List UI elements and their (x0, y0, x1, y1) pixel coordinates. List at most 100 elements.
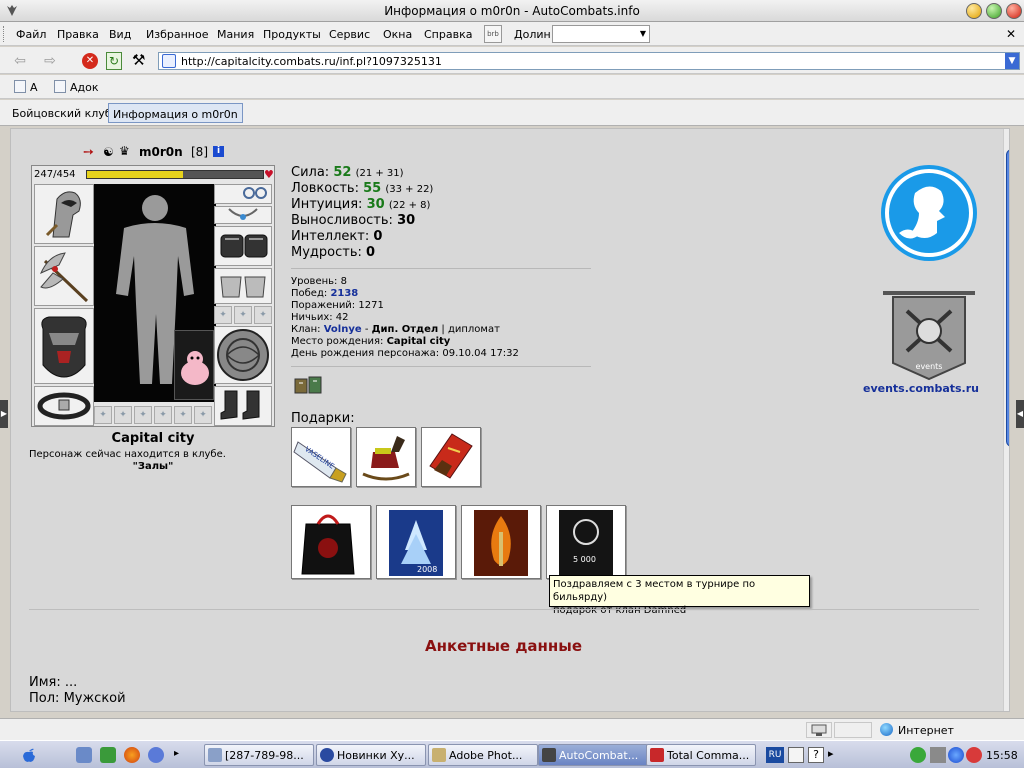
dolin-select[interactable]: ▼ (552, 25, 650, 43)
gift-chocolate[interactable] (421, 427, 481, 487)
quicklaunch-icon[interactable] (76, 747, 92, 763)
title-bar: Информация о m0r0n - AutoCombats.info (0, 0, 1024, 22)
language-indicator[interactable]: RU (766, 747, 784, 763)
info-icon[interactable]: i (213, 146, 224, 157)
menu-windows[interactable]: Окна (383, 28, 412, 41)
mail-icon[interactable] (966, 747, 982, 763)
ring-slot[interactable]: ✦ (94, 406, 112, 424)
chevron-right-icon[interactable]: ▸ (174, 748, 179, 759)
bookmark-adok[interactable]: Адок (70, 81, 99, 94)
quicklaunch-icon[interactable] (100, 747, 116, 763)
belt-icon (37, 392, 91, 420)
maximize-button[interactable] (986, 3, 1002, 19)
reload-button[interactable]: ↻ (106, 52, 122, 70)
weapon-slot[interactable] (34, 246, 94, 306)
pet-slot[interactable] (174, 330, 214, 400)
ring-slot[interactable]: ✦ (174, 406, 192, 424)
right-panel-arrow[interactable]: ◀ (1016, 400, 1024, 428)
forward-button[interactable]: ⇨ (40, 51, 60, 71)
ring-slot[interactable]: ✦ (134, 406, 152, 424)
amulet-slot[interactable] (214, 206, 272, 224)
toolbar-grip[interactable] (3, 26, 6, 42)
events-banner-icon[interactable]: events (879, 287, 979, 383)
attack-arrow-icon: ➙ (83, 145, 94, 160)
rune-slot[interactable]: ✦ (234, 306, 252, 324)
belt-slot[interactable] (34, 386, 94, 426)
address-dropdown-button[interactable]: ▼ (1005, 53, 1019, 69)
clan-emblem-icon[interactable] (293, 375, 325, 397)
info-clan: Клан: Volnye - Дип. Отдел | дипломат (291, 324, 500, 335)
character-city: Capital city (111, 431, 195, 446)
task-icq[interactable]: [287-789-98... (204, 744, 314, 766)
gloves-slot[interactable] (214, 226, 272, 266)
icq-flower-icon[interactable] (910, 747, 926, 763)
browser-icon[interactable] (148, 747, 164, 763)
help-icon[interactable]: ? (808, 747, 824, 763)
clan-link[interactable]: Volnye (324, 324, 362, 335)
helmet-slot[interactable] (34, 184, 94, 244)
hands-slot[interactable] (214, 268, 272, 304)
tab-info-m0r0n[interactable]: Информация о m0r0n (108, 103, 243, 123)
gift-rocking-horse[interactable] (356, 427, 416, 487)
info-label: Поражений: (291, 300, 356, 311)
task-icon (650, 748, 664, 762)
address-input[interactable]: http://capitalcity.combats.ru/inf.pl?109… (181, 55, 442, 68)
scroll-down-button[interactable]: ▼ (1005, 697, 1010, 711)
boots-icon (220, 390, 260, 420)
menu-view[interactable]: Вид (109, 28, 131, 41)
gift-prize-card[interactable]: 5 000 (546, 505, 626, 579)
ring-slot[interactable]: ✦ (114, 406, 132, 424)
menu-edit[interactable]: Правка (57, 28, 99, 41)
task-total-commander[interactable]: Total Comma... (646, 744, 756, 766)
bookmark-a[interactable]: А (30, 81, 38, 94)
clipboard-icon[interactable] (788, 747, 804, 763)
ring-slot[interactable]: ✦ (154, 406, 172, 424)
menu-mania[interactable]: Мания (217, 28, 254, 41)
scroll-thumb[interactable] (1006, 149, 1009, 447)
menu-help[interactable]: Справка (424, 28, 472, 41)
menu-service[interactable]: Сервис (329, 28, 370, 41)
address-bar[interactable]: http://capitalcity.combats.ru/inf.pl?109… (158, 52, 1020, 70)
menu-products[interactable]: Продукты (263, 28, 321, 41)
armor-slot[interactable] (34, 308, 94, 384)
back-button[interactable]: ⇦ (10, 51, 30, 71)
menu-file[interactable]: Файл (16, 28, 46, 41)
rune-slot[interactable]: ✦ (254, 306, 272, 324)
vertical-scrollbar[interactable]: ▲ ▼ (1003, 129, 1010, 711)
firefox-icon[interactable] (124, 747, 140, 763)
gift-winter-card[interactable]: 2008 (376, 505, 456, 579)
monitor-icon[interactable] (930, 747, 946, 763)
scroll-up-button[interactable]: ▲ (1005, 131, 1010, 145)
rune-slot[interactable]: ✦ (214, 306, 232, 324)
gift-vaseline[interactable]: VASELINE (291, 427, 351, 487)
task-photoshop[interactable]: Adobe Phot... (428, 744, 538, 766)
boots-slot[interactable] (214, 386, 272, 426)
gift-bag[interactable] (291, 505, 371, 579)
prize-card-icon: 5 000 (559, 510, 613, 576)
tray-app-icon[interactable] (948, 747, 964, 763)
ring-slot[interactable]: ✦ (194, 406, 212, 424)
task-news[interactable]: Новинки Ху... (316, 744, 426, 766)
menu-favorites[interactable]: Избранное (146, 28, 208, 41)
brb-button[interactable]: brb (484, 25, 502, 43)
close-window-button[interactable] (1006, 3, 1022, 19)
tab-fight-club[interactable]: Бойцовский клуб (8, 103, 116, 123)
earrings-slot[interactable] (214, 184, 272, 204)
info-value: 1271 (358, 300, 384, 311)
minimize-button[interactable] (966, 3, 982, 19)
tools-icon[interactable]: ⚒ (132, 51, 145, 69)
stat-value: 0 (373, 229, 383, 244)
stop-button[interactable]: ✕ (82, 53, 98, 69)
clan-logo-icon[interactable] (879, 163, 979, 263)
gift-fire-card[interactable] (461, 505, 541, 579)
shield-slot[interactable] (214, 326, 272, 384)
chevron-right-icon[interactable]: ▸ (828, 747, 844, 763)
left-panel-arrow[interactable]: ▶ (0, 400, 8, 428)
close-icon[interactable]: ✕ (1006, 27, 1016, 41)
events-link[interactable]: events.combats.ru (863, 382, 979, 395)
info-level: Уровень: 8 (291, 276, 347, 287)
divider (291, 268, 591, 269)
start-apple-icon[interactable] (20, 746, 38, 764)
task-autocombats[interactable]: AutoCombat... (538, 744, 648, 766)
prize-amount: 5 000 (573, 555, 596, 564)
